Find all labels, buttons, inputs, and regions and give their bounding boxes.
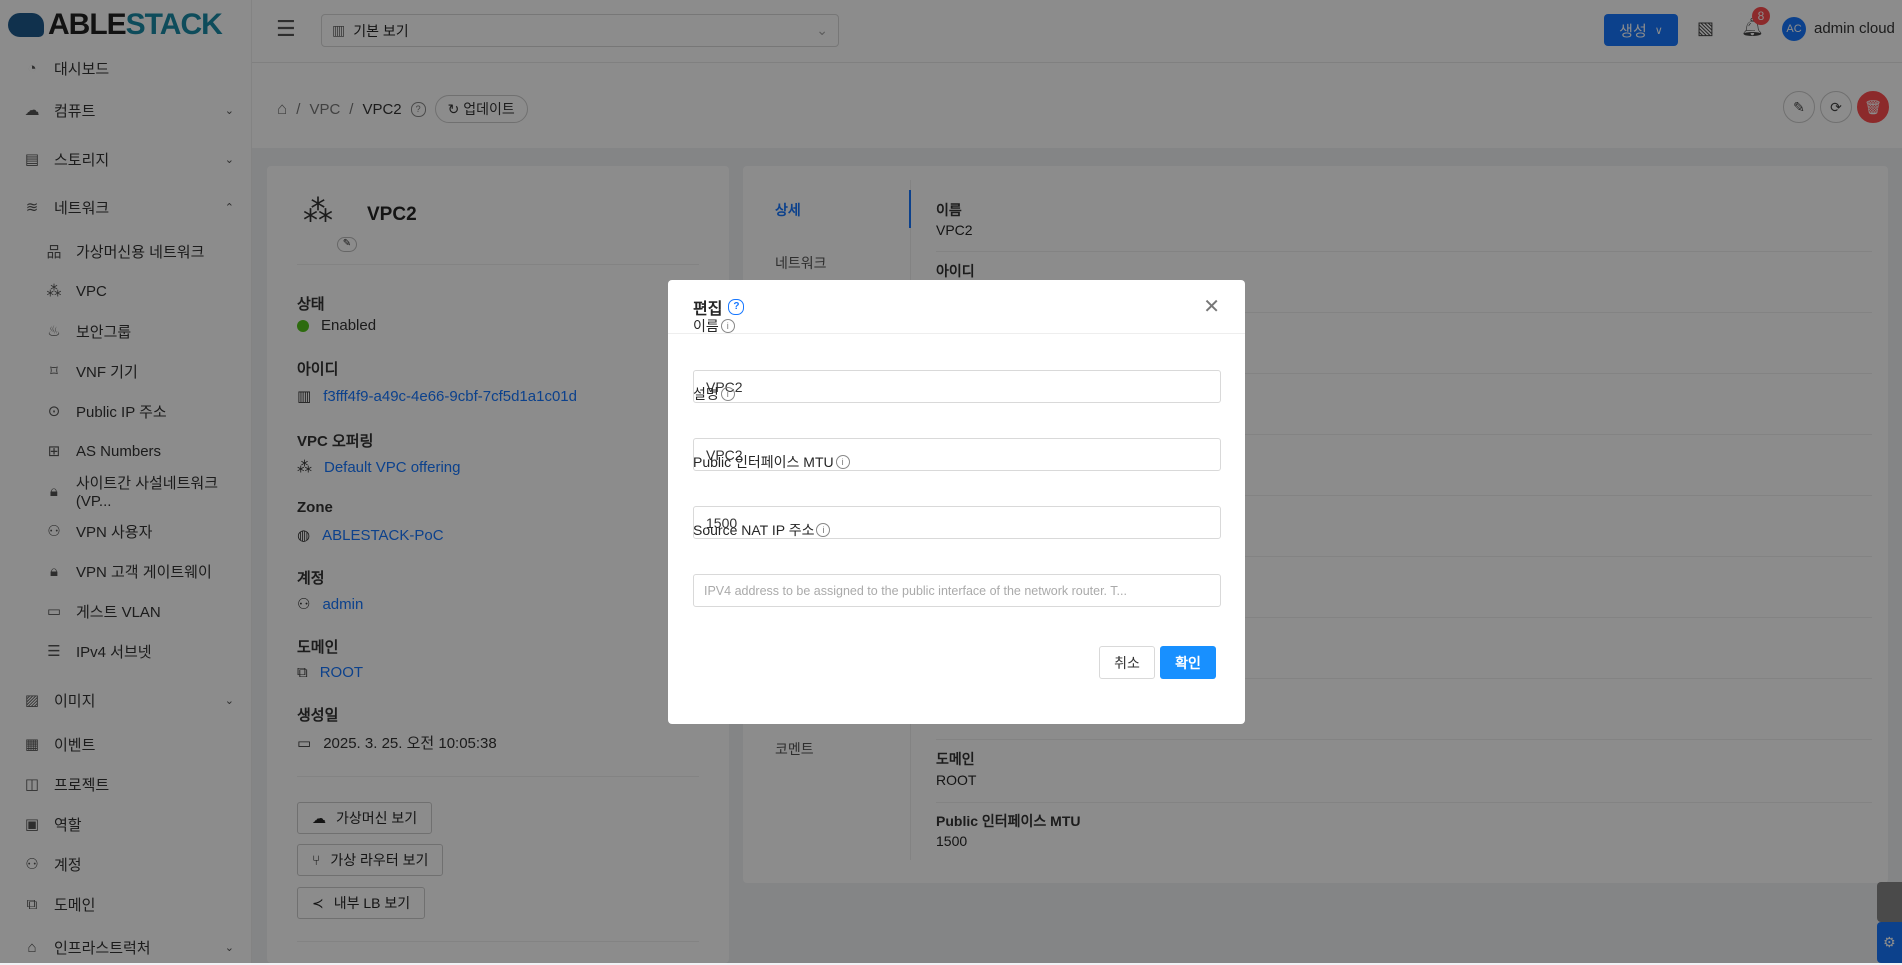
info-icon[interactable]: i [720, 319, 735, 333]
field-input[interactable] [693, 370, 1221, 403]
ok-button[interactable]: 확인 [1160, 646, 1216, 679]
field-label: 이름 i [693, 316, 735, 336]
input-placeholder: IPV4 address to be assigned to the publi… [704, 583, 1127, 598]
help-icon[interactable]: ? [728, 298, 745, 315]
cancel-button[interactable]: 취소 [1099, 646, 1155, 679]
field-label: Public 인터페이스 MTU i [693, 452, 850, 472]
source-nat-ip-input[interactable]: IPV4 address to be assigned to the publi… [693, 574, 1221, 607]
close-icon[interactable]: ✕ [1203, 294, 1220, 319]
dialog-title: 편집 [693, 300, 723, 318]
info-icon[interactable]: i [816, 523, 831, 537]
field-label: 설명 i [693, 384, 735, 404]
info-icon[interactable]: i [835, 455, 850, 469]
info-icon[interactable]: i [720, 387, 735, 401]
edit-dialog: 편집? ✕ 이름i 설명i Public 인터페이스 MTUi Source NAT … [668, 280, 1245, 724]
field-label: Source NAT IP 주소 i [693, 520, 831, 540]
